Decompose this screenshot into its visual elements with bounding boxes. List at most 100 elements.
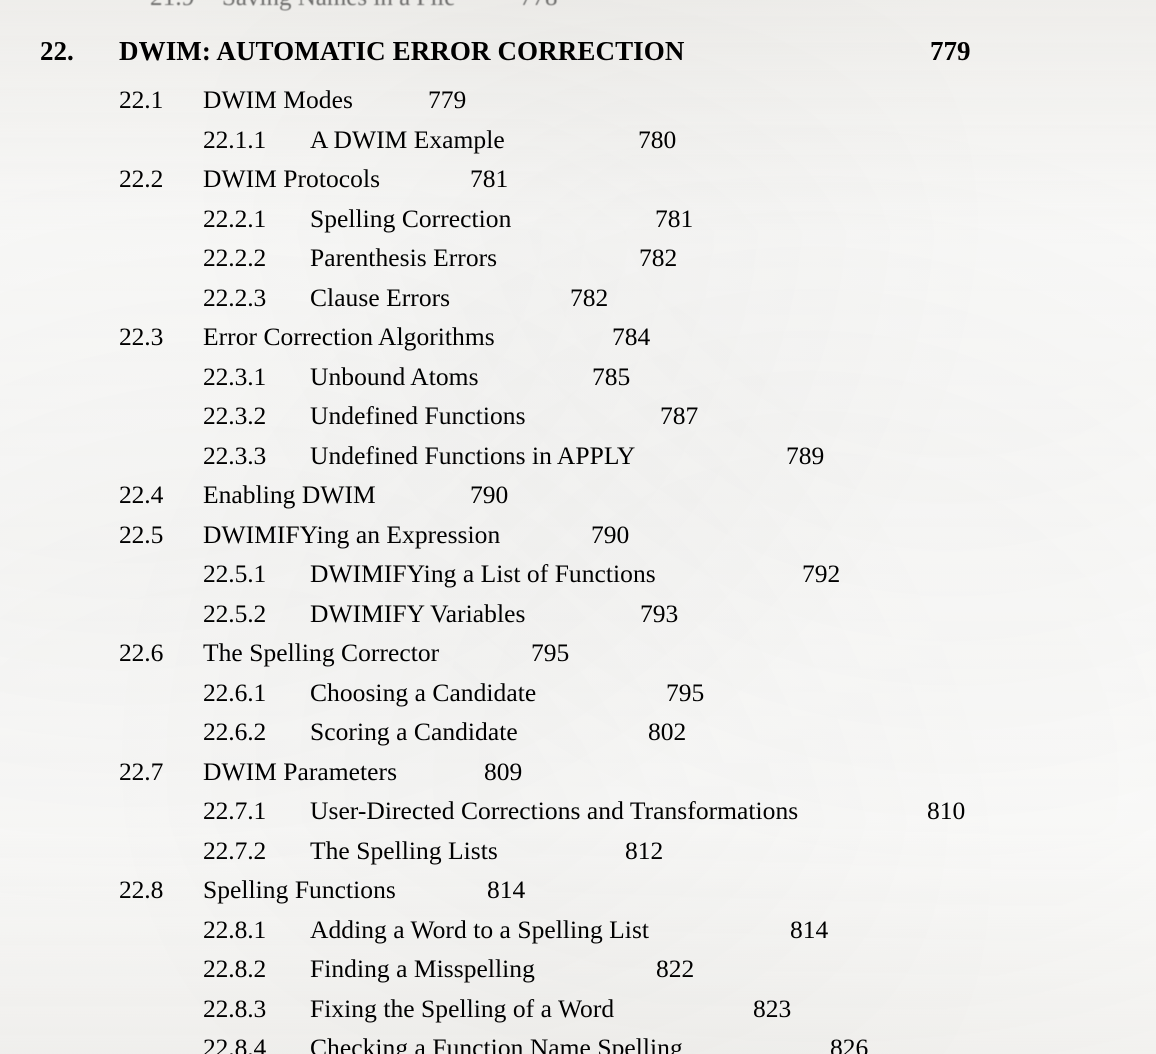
toc-entry-page-number: 781 <box>655 203 694 233</box>
toc-entry-number: 22.7.1 <box>203 796 267 825</box>
toc-entry[interactable]: 22.7.1 User-Directed Corrections and Tran… <box>0 791 1156 831</box>
toc-entry[interactable]: 22.6 The Spelling Corrector 795 <box>0 633 1156 673</box>
toc-entry-title: DWIM Parameters <box>203 756 398 786</box>
toc-entry-number: 22.8.2 <box>203 954 267 983</box>
toc-entry-number: 22.5.2 <box>203 598 267 628</box>
toc-entry[interactable]: 22.7 DWIM Parameters 809 <box>0 752 1156 792</box>
toc-entry-page-number: 809 <box>484 756 523 786</box>
toc-entry-number: 22.7 <box>119 756 164 786</box>
toc-entry-page-number: 782 <box>570 282 609 312</box>
toc-entry-number: 22.6 <box>119 638 164 667</box>
toc-entry-title: The Spelling Lists <box>310 835 498 865</box>
toc-entry-page-number: 814 <box>487 875 526 904</box>
toc-entry[interactable]: 22.8.1 Adding a Word to a Spelling List 81… <box>0 910 1156 950</box>
toc-entry-title: A DWIM Example <box>310 124 505 154</box>
toc-entry[interactable]: 22.4 Enabling DWIM 790 <box>0 475 1156 515</box>
cut-off-row: 21.9 Saving Names in a File 778 <box>0 0 1156 13</box>
toc-entry-number: 22.3 <box>119 322 164 351</box>
toc-entry-page-number: 795 <box>531 638 570 667</box>
toc-entry-number: 22.5.1 <box>203 559 267 588</box>
toc-entry[interactable]: 22.5.2 DWIMIFY Variables 793 <box>0 594 1156 634</box>
toc-entry-title: Clause Errors <box>310 282 451 312</box>
toc-entry-title: User-Directed Corrections and Transforma… <box>310 796 799 825</box>
toc-entry-page-number: 810 <box>927 796 966 825</box>
toc-entry-page-number: 779 <box>428 85 467 114</box>
toc-entry[interactable]: 22.2 DWIM Protocols 781 <box>0 159 1156 199</box>
toc-entry[interactable]: 22.6.1 Choosing a Candidate 795 <box>0 673 1156 713</box>
toc-entry[interactable]: 22.3.1 Unbound Atoms 785 <box>0 357 1156 397</box>
toc-entry[interactable]: 22.8.2 Finding a Misspelling 822 <box>0 949 1156 989</box>
toc-entry-number: 22.1.1 <box>203 124 267 154</box>
cut-off-entry-title: Saving Names in a File <box>222 0 455 13</box>
book-page: 21.9 Saving Names in a File 778 22. DWIM… <box>0 0 1156 1054</box>
toc-entry-number: 22.3.3 <box>203 440 267 470</box>
toc-entry-page-number: 793 <box>640 598 679 628</box>
toc-entry-number: 22.5 <box>119 519 164 549</box>
chapter-page-number: 779 <box>930 36 971 66</box>
toc-entry-number: 22.6.1 <box>203 677 267 707</box>
toc-entry[interactable]: 22.5 DWIMIFYing an Expression 790 <box>0 515 1156 555</box>
toc-entry-title: Spelling Correction <box>310 203 512 233</box>
cut-off-entry-page: 778 <box>520 0 558 13</box>
toc-entry[interactable]: 22.8 Spelling Functions 814 <box>0 870 1156 910</box>
toc-entry-page-number: 790 <box>591 519 630 549</box>
toc-entry-page-number: 812 <box>625 835 664 865</box>
toc-entry[interactable]: 22.1 DWIM Modes 779 <box>0 80 1156 120</box>
chapter-heading: 22. DWIM: AUTOMATIC ERROR CORRECTION 779 <box>0 31 1156 71</box>
toc-entry-page-number: 789 <box>786 440 825 470</box>
toc-entry-title: Error Correction Algorithms <box>203 322 495 351</box>
cut-off-entry-number: 21.9 <box>150 0 195 13</box>
toc-entry-page-number: 826 <box>830 1033 869 1054</box>
toc-entry[interactable]: 22.2.1 Spelling Correction 781 <box>0 199 1156 239</box>
toc-entry[interactable]: 22.3.2 Undefined Functions 787 <box>0 396 1156 436</box>
toc-entry[interactable]: 22.3.3 Undefined Functions in APPLY 789 <box>0 436 1156 476</box>
toc-entry-number: 22.2.1 <box>203 203 267 233</box>
toc-entry-number: 22.8.4 <box>203 1033 267 1054</box>
toc-entry-number: 22.8 <box>119 875 164 904</box>
toc-entry-number: 22.8.3 <box>203 993 267 1023</box>
toc-entry-title: Fixing the Spelling of a Word <box>310 993 615 1023</box>
toc-entry-page-number: 787 <box>660 401 699 430</box>
toc-entry[interactable]: 22.7.2 The Spelling Lists 812 <box>0 831 1156 871</box>
toc-entry[interactable]: 22.8.3 Fixing the Spelling of a Word 823 <box>0 989 1156 1029</box>
chapter-number: 22. <box>40 36 74 66</box>
toc-entry-title: Finding a Misspelling <box>310 954 535 983</box>
toc-entry-title: DWIM Modes <box>203 85 353 114</box>
toc-entry-title: Scoring a Candidate <box>310 717 518 746</box>
toc-entry-title: Choosing a Candidate <box>310 677 537 707</box>
toc-entry-number: 22.2 <box>119 164 164 193</box>
cut-off-previous-entry: 21.9 Saving Names in a File 778 <box>0 0 1156 13</box>
toc-entry-number: 22.1 <box>119 85 164 114</box>
toc-entry-page-number: 781 <box>470 164 509 193</box>
toc-entry-title: Enabling DWIM <box>203 480 376 509</box>
toc-entry[interactable]: 22.2.2 Parenthesis Errors 782 <box>0 238 1156 278</box>
toc-entry-number: 22.8.1 <box>203 914 267 944</box>
toc-entry-page-number: 802 <box>648 717 687 746</box>
toc-entry[interactable]: 22.2.3 Clause Errors 782 <box>0 278 1156 318</box>
toc-entry-page-number: 792 <box>802 559 841 588</box>
table-of-contents-list: 22.1 DWIM Modes 779 22.1.1 A DWIM Example 780… <box>0 80 1156 1054</box>
toc-entry-page-number: 814 <box>790 914 829 944</box>
toc-entry[interactable]: 22.1.1 A DWIM Example 780 <box>0 120 1156 160</box>
toc-entry-number: 22.2.3 <box>203 282 267 312</box>
toc-entry-number: 22.2.2 <box>203 243 267 272</box>
toc-entry-page-number: 790 <box>470 480 509 509</box>
toc-entry[interactable]: 22.3 Error Correction Algorithms 784 <box>0 317 1156 357</box>
toc-entry-number: 22.3.2 <box>203 401 267 430</box>
toc-entry-title: Parenthesis Errors <box>310 243 498 272</box>
toc-entry-page-number: 785 <box>592 361 631 391</box>
toc-entry-page-number: 795 <box>666 677 705 707</box>
toc-entry-title: Spelling Functions <box>203 875 396 904</box>
toc-entry[interactable]: 22.6.2 Scoring a Candidate 802 <box>0 712 1156 752</box>
toc-entry-title: DWIMIFY Variables <box>310 598 526 628</box>
toc-entry[interactable]: 22.5.1 DWIMIFYing a List of Functions 792 <box>0 554 1156 594</box>
toc-entry-title: DWIMIFYing an Expression <box>203 519 501 549</box>
toc-entry-page-number: 784 <box>612 322 651 351</box>
toc-entry-title: Undefined Functions <box>310 401 526 430</box>
toc-entry-number: 22.3.1 <box>203 361 267 391</box>
toc-entry-page-number: 780 <box>638 124 677 154</box>
toc-entry-number: 22.6.2 <box>203 717 267 746</box>
toc-entry[interactable]: 22.8.4 Checking a Function Name Spelling 8… <box>0 1028 1156 1054</box>
toc-entry-number: 22.7.2 <box>203 835 267 865</box>
toc-entry-number: 22.4 <box>119 480 164 509</box>
